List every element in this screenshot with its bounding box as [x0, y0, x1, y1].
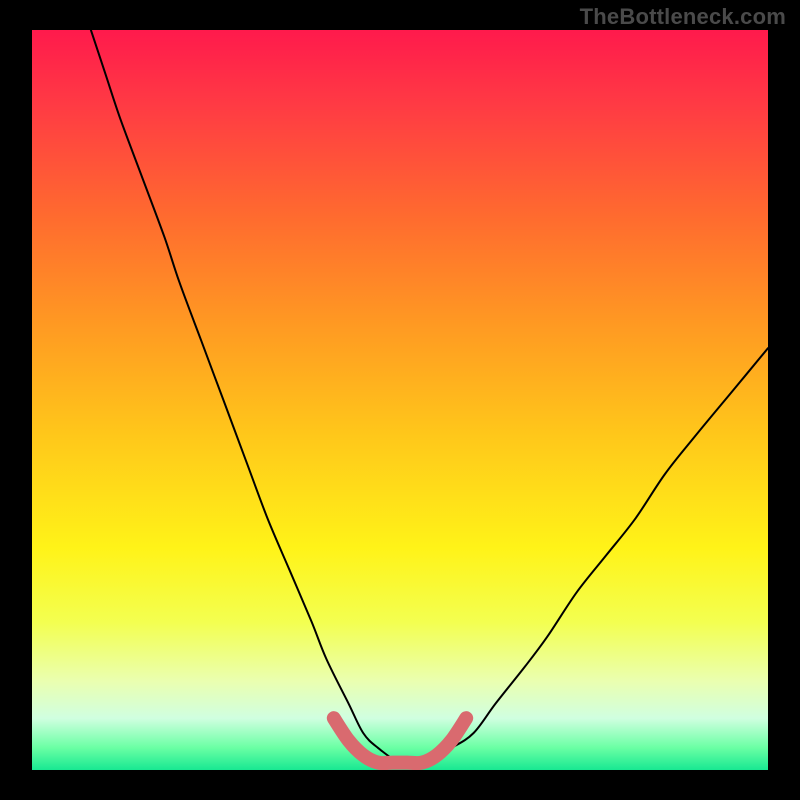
- chart-frame: TheBottleneck.com: [0, 0, 800, 800]
- bottleneck-curve-path: [91, 30, 768, 764]
- watermark-text: TheBottleneck.com: [580, 4, 786, 30]
- curve-layer: [32, 30, 768, 770]
- plot-area: [32, 30, 768, 770]
- sweet-spot-marker: [334, 718, 466, 763]
